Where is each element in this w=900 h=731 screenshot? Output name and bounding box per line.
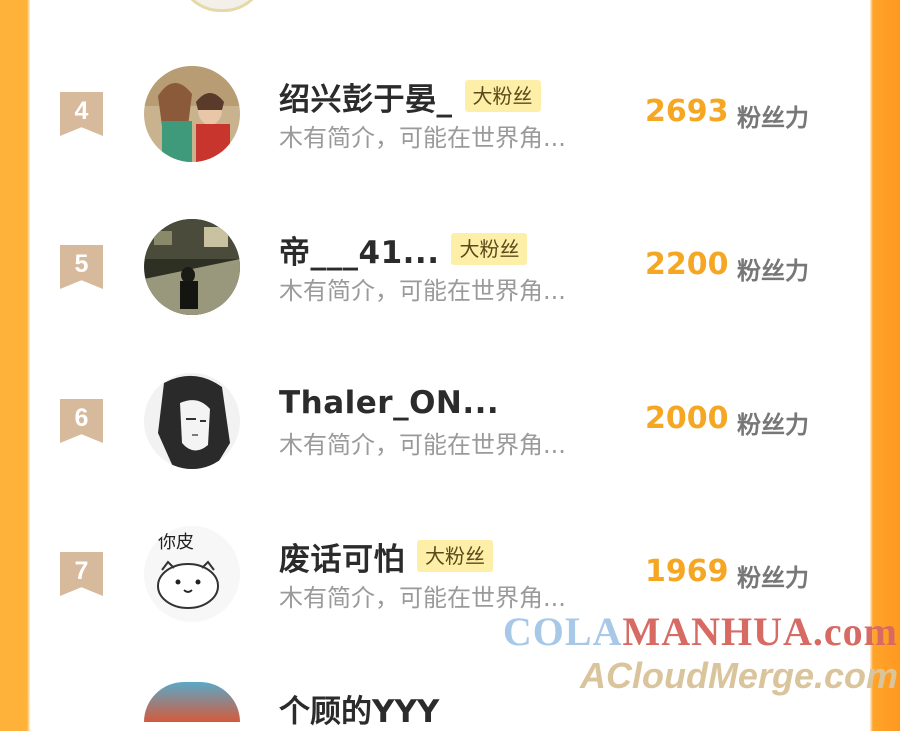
avatar[interactable] [144, 66, 240, 162]
user-name[interactable]: Thaler_ON... [279, 385, 499, 421]
user-bio: 木有简介，可能在世界角... [279, 124, 566, 152]
rank-ribbon: 5 [60, 245, 103, 289]
fan-score: 2693 [645, 94, 729, 129]
fan-badge: 大粉丝 [451, 233, 528, 265]
ranking-row[interactable]: 5 帝___41... 大粉丝 木有简介，可能在世界角... 2200 粉丝力 [30, 219, 870, 359]
fan-score: 2000 [645, 401, 729, 436]
user-name[interactable]: 帝___41... [279, 227, 439, 272]
fan-badge: 大粉丝 [464, 80, 541, 112]
user-bio: 木有简介，可能在世界角... [279, 431, 566, 459]
ranking-row[interactable]: 4 绍兴彭于晏_ 大粉丝 木有简介，可能在世界角... 2693 粉丝力 [30, 66, 870, 206]
avatar-image [144, 373, 240, 469]
fan-score: 1969 [645, 554, 729, 589]
fan-score-unit: 粉丝力 [737, 104, 809, 132]
watermark: COLAMANHUA.com ACloudMerge.com [503, 612, 898, 694]
avatar-image [144, 219, 240, 315]
user-name[interactable]: 绍兴彭于晏_ [279, 74, 453, 119]
rank-ribbon: 6 [60, 399, 103, 443]
avatar[interactable]: 你皮 [144, 526, 240, 622]
fan-score: 2200 [645, 247, 729, 282]
avatar-partial-top [178, 0, 266, 12]
user-bio: 木有简介，可能在世界角... [279, 584, 566, 612]
fan-score-unit: 粉丝力 [737, 411, 809, 439]
avatar[interactable] [144, 219, 240, 315]
user-name[interactable]: 废话可怕 [279, 534, 405, 579]
avatar-text: 你皮 [158, 532, 194, 553]
ranking-row[interactable]: 6 Thaler_ON... 木有简介，可能在世界角... 2000 粉丝力 [30, 373, 870, 513]
fan-badge: 大粉丝 [417, 540, 493, 572]
fan-score-unit: 粉丝力 [737, 564, 809, 592]
avatar-image [144, 66, 240, 162]
ranking-panel: 4 绍兴彭于晏_ 大粉丝 木有简介，可能在世界角... 2693 粉丝力 5 帝… [30, 0, 870, 730]
avatar[interactable] [144, 682, 240, 722]
user-bio: 木有简介，可能在世界角... [279, 277, 566, 305]
avatar[interactable] [144, 373, 240, 469]
watermark-line2: ACloudMerge.com [579, 655, 898, 696]
rank-ribbon: 7 [60, 552, 103, 596]
avatar-image: 你皮 [144, 526, 240, 622]
fan-score-unit: 粉丝力 [737, 257, 809, 285]
rank-ribbon: 4 [60, 92, 103, 136]
user-name[interactable]: 个顾的YYY [279, 686, 439, 731]
watermark-line1: COLAMANHUA.com [502, 609, 898, 654]
